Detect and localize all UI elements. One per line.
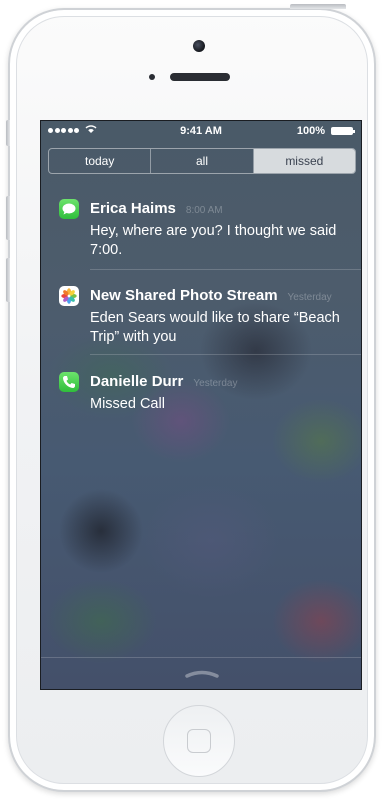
notification-body: Missed Call	[90, 396, 165, 412]
notification-title: Erica Haims 8:00 AM	[90, 200, 223, 217]
battery-percent: 100%	[296, 125, 325, 137]
bottom-divider	[41, 657, 361, 658]
grabber-handle-icon[interactable]	[185, 668, 219, 678]
proximity-sensor	[149, 74, 155, 80]
notification-time: Yesterday	[193, 378, 238, 389]
tab-missed[interactable]: missed	[253, 149, 355, 173]
notification-item[interactable]: New Shared Photo Stream Yesterday Eden Se…	[41, 286, 361, 354]
notification-filter-tabs: today all missed	[48, 148, 356, 174]
notification-body: Hey, where are you? I thought we said 7:…	[90, 223, 337, 258]
notification-divider	[90, 354, 361, 355]
sleep-wake-button[interactable]	[290, 4, 346, 9]
notification-sender: Erica Haims	[90, 200, 176, 217]
notification-divider	[90, 269, 361, 270]
volume-up-button[interactable]	[6, 196, 10, 240]
battery-icon	[331, 127, 355, 135]
notification-sender: Danielle Durr	[90, 373, 184, 390]
notification-item[interactable]: Danielle Durr Yesterday Missed Call	[41, 372, 361, 418]
notification-body: Eden Sears would like to share “Beach Tr…	[90, 310, 340, 345]
notification-title: New Shared Photo Stream Yesterday	[90, 287, 332, 304]
earpiece-speaker	[170, 73, 230, 81]
status-bar: 9:41 AM 100%	[41, 121, 361, 141]
tab-all[interactable]: all	[151, 149, 254, 173]
notification-center-screen: 9:41 AM 100% today all missed Erica Haim…	[40, 120, 362, 690]
front-camera	[193, 40, 205, 52]
home-square-icon	[187, 729, 211, 753]
volume-down-button[interactable]	[6, 258, 10, 302]
home-button[interactable]	[163, 705, 235, 777]
notification-item[interactable]: Erica Haims 8:00 AM Hey, where are you? I…	[41, 199, 361, 269]
photos-icon	[59, 286, 79, 306]
messages-icon	[59, 199, 79, 219]
notification-time: Yesterday	[287, 292, 332, 303]
notification-title: Danielle Durr Yesterday	[90, 373, 237, 390]
mute-switch[interactable]	[6, 120, 10, 146]
phone-icon	[59, 372, 79, 392]
tab-today[interactable]: today	[49, 149, 152, 173]
notification-sender: New Shared Photo Stream	[90, 287, 278, 304]
notification-time: 8:00 AM	[185, 205, 223, 216]
